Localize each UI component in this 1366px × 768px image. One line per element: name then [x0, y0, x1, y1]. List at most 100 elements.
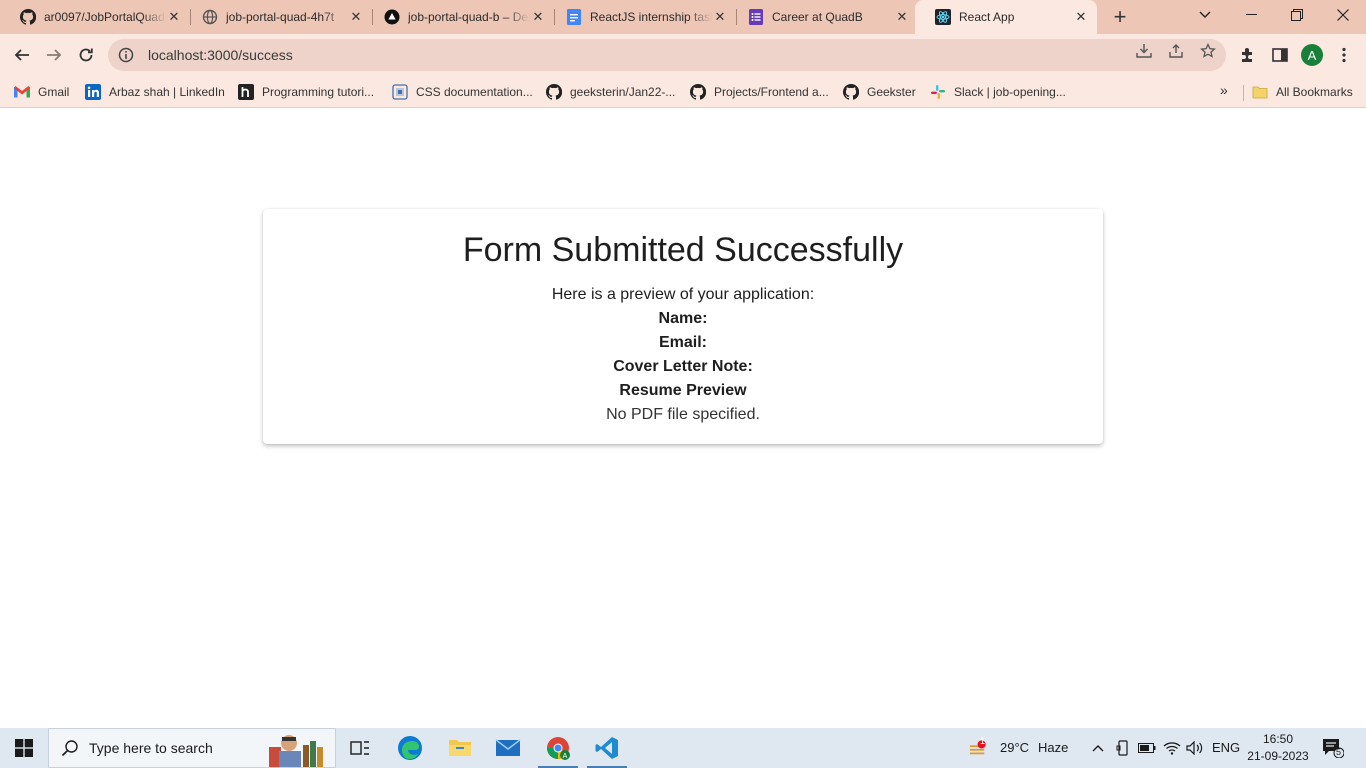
url-text[interactable]: localhost:3000/success: [148, 47, 293, 63]
restore-button[interactable]: [1274, 0, 1320, 30]
close-icon[interactable]: ✕: [166, 9, 182, 25]
forms-icon: [748, 9, 764, 25]
input-language[interactable]: ENG: [1212, 740, 1240, 755]
back-arrow-icon: [14, 49, 29, 61]
tab-job-portal-quad-4h7t[interactable]: job-portal-quad-4h7t ✕: [182, 0, 372, 34]
battery-icon[interactable]: [1138, 739, 1156, 757]
mail-app[interactable]: [484, 728, 532, 768]
profile-avatar[interactable]: A: [1301, 44, 1323, 66]
close-icon[interactable]: ✕: [894, 9, 910, 25]
edge-icon: [398, 736, 422, 760]
folder-icon: [1252, 84, 1268, 100]
clock-time: 16:50: [1262, 732, 1294, 746]
taskbar-search-box[interactable]: Type here to search: [48, 728, 336, 768]
bookmarks-bar: Gmail Arbaz shah | LinkedIn Programming …: [0, 76, 1366, 108]
tab-career-quadb[interactable]: Career at QuadB ✕: [728, 0, 918, 34]
close-window-button[interactable]: [1320, 0, 1366, 30]
name-label: Name:: [658, 310, 708, 327]
bookmark-geeksterin-jan22[interactable]: geeksterin/Jan22-...: [546, 82, 675, 102]
bookmark-label: geeksterin/Jan22-...: [570, 85, 676, 99]
bookmark-projects-frontend[interactable]: Projects/Frontend a...: [690, 82, 829, 102]
weather-description[interactable]: Haze: [1038, 740, 1068, 755]
bookmark-label: Geekster: [867, 85, 916, 99]
bookmark-label: CSS documentation...: [416, 85, 533, 99]
page-content: Form Submitted Successfully Here is a pr…: [0, 109, 1366, 728]
bookmark-slack-job-opening[interactable]: Slack | job-opening...: [930, 82, 1066, 102]
tab-vercel-deploy[interactable]: job-portal-quad-b – Deploy ✕: [364, 0, 554, 34]
info-icon[interactable]: [118, 47, 134, 63]
file-explorer-app[interactable]: [436, 728, 484, 768]
share-button[interactable]: [1167, 42, 1185, 60]
bookmark-label: Projects/Frontend a...: [714, 85, 829, 99]
windows-logo-icon: [15, 739, 33, 757]
taskbar: Type here to search A 1 29°C Haze ENG 16…: [0, 728, 1366, 768]
more-bookmarks-button[interactable]: »: [1220, 82, 1228, 98]
docs-icon: [566, 9, 582, 25]
tab-title: job-portal-quad-b – Deploy: [408, 10, 530, 24]
close-icon[interactable]: ✕: [1073, 9, 1089, 25]
back-button[interactable]: [8, 41, 36, 69]
tab-reactjs-internship[interactable]: ReactJS internship task ✕: [546, 0, 736, 34]
notification-count: 5: [1336, 747, 1342, 757]
all-bookmarks-label: All Bookmarks: [1276, 85, 1353, 99]
tab-github-jobportal[interactable]: ar0097/JobPortalQuadB ✕: [0, 0, 190, 34]
tab-react-app[interactable]: React App ✕: [915, 0, 1097, 34]
close-icon[interactable]: ✕: [348, 9, 364, 25]
tab-title: React App: [959, 10, 1015, 24]
bookmark-label: Gmail: [38, 85, 70, 99]
bookmark-programming-tutorials[interactable]: Programming tutori...: [238, 82, 374, 102]
github-icon: [546, 84, 562, 100]
new-tab-button[interactable]: +: [1108, 4, 1132, 29]
show-hidden-icons-button[interactable]: [1089, 739, 1107, 757]
install-icon: [1136, 44, 1152, 58]
chrome-app[interactable]: A: [534, 728, 582, 768]
minimize-button[interactable]: [1228, 0, 1274, 30]
tab-title: ar0097/JobPortalQuadB: [44, 10, 166, 24]
action-center-button[interactable]: 5: [1322, 738, 1345, 759]
side-panel-button[interactable]: [1270, 45, 1290, 65]
bookmark-geekster[interactable]: Geekster: [843, 82, 916, 102]
clock-date: 21-09-2023: [1247, 749, 1309, 763]
vscode-app[interactable]: [583, 728, 631, 768]
reload-button[interactable]: [72, 41, 100, 69]
edge-app[interactable]: [386, 728, 434, 768]
task-view-button[interactable]: [336, 728, 384, 768]
github-icon: [20, 9, 36, 25]
volume-icon[interactable]: [1186, 739, 1204, 757]
bookmark-linkedin[interactable]: Arbaz shah | LinkedIn: [85, 82, 225, 102]
chrome-icon: A: [547, 737, 570, 760]
device-icon[interactable]: [1114, 739, 1132, 757]
search-placeholder: Type here to search: [89, 740, 213, 756]
bookmark-label: Arbaz shah | LinkedIn: [109, 85, 225, 99]
hashnode-icon: [238, 84, 254, 100]
weather-badge: 1: [980, 736, 986, 746]
system-clock[interactable]: 16:50 21-09-2023: [1243, 731, 1313, 765]
close-icon[interactable]: ✕: [712, 9, 728, 25]
extensions-button[interactable]: [1238, 45, 1258, 65]
chevron-up-icon: [1092, 745, 1104, 752]
close-icon[interactable]: ✕: [530, 9, 546, 25]
star-icon: [1200, 43, 1216, 58]
start-button[interactable]: [0, 728, 48, 768]
preview-intro: Here is a preview of your application:: [551, 286, 815, 303]
install-app-button[interactable]: [1135, 42, 1153, 60]
resume-preview-label: Resume Preview: [619, 382, 747, 399]
bookmark-gmail[interactable]: Gmail: [14, 82, 69, 102]
weather-temperature[interactable]: 29°C: [1000, 740, 1029, 755]
all-bookmarks-button[interactable]: All Bookmarks: [1252, 82, 1353, 102]
forward-arrow-icon: [47, 49, 62, 61]
menu-button[interactable]: [1334, 45, 1354, 65]
wifi-icon[interactable]: [1163, 739, 1181, 757]
bookmark-label: Programming tutori...: [262, 85, 375, 99]
page-title: Form Submitted Successfully: [462, 231, 904, 269]
folder-icon: [449, 740, 471, 756]
bookmark-css-documentation[interactable]: CSS documentation...: [392, 82, 533, 102]
task-view-icon: [350, 741, 369, 755]
tab-search-button[interactable]: [1182, 0, 1228, 30]
react-icon: [935, 9, 951, 25]
forward-button[interactable]: [40, 41, 68, 69]
address-bar[interactable]: localhost:3000/success: [108, 39, 1226, 71]
globe-icon: [202, 9, 218, 25]
share-icon: [1169, 44, 1183, 58]
bookmark-star-button[interactable]: [1199, 42, 1217, 60]
